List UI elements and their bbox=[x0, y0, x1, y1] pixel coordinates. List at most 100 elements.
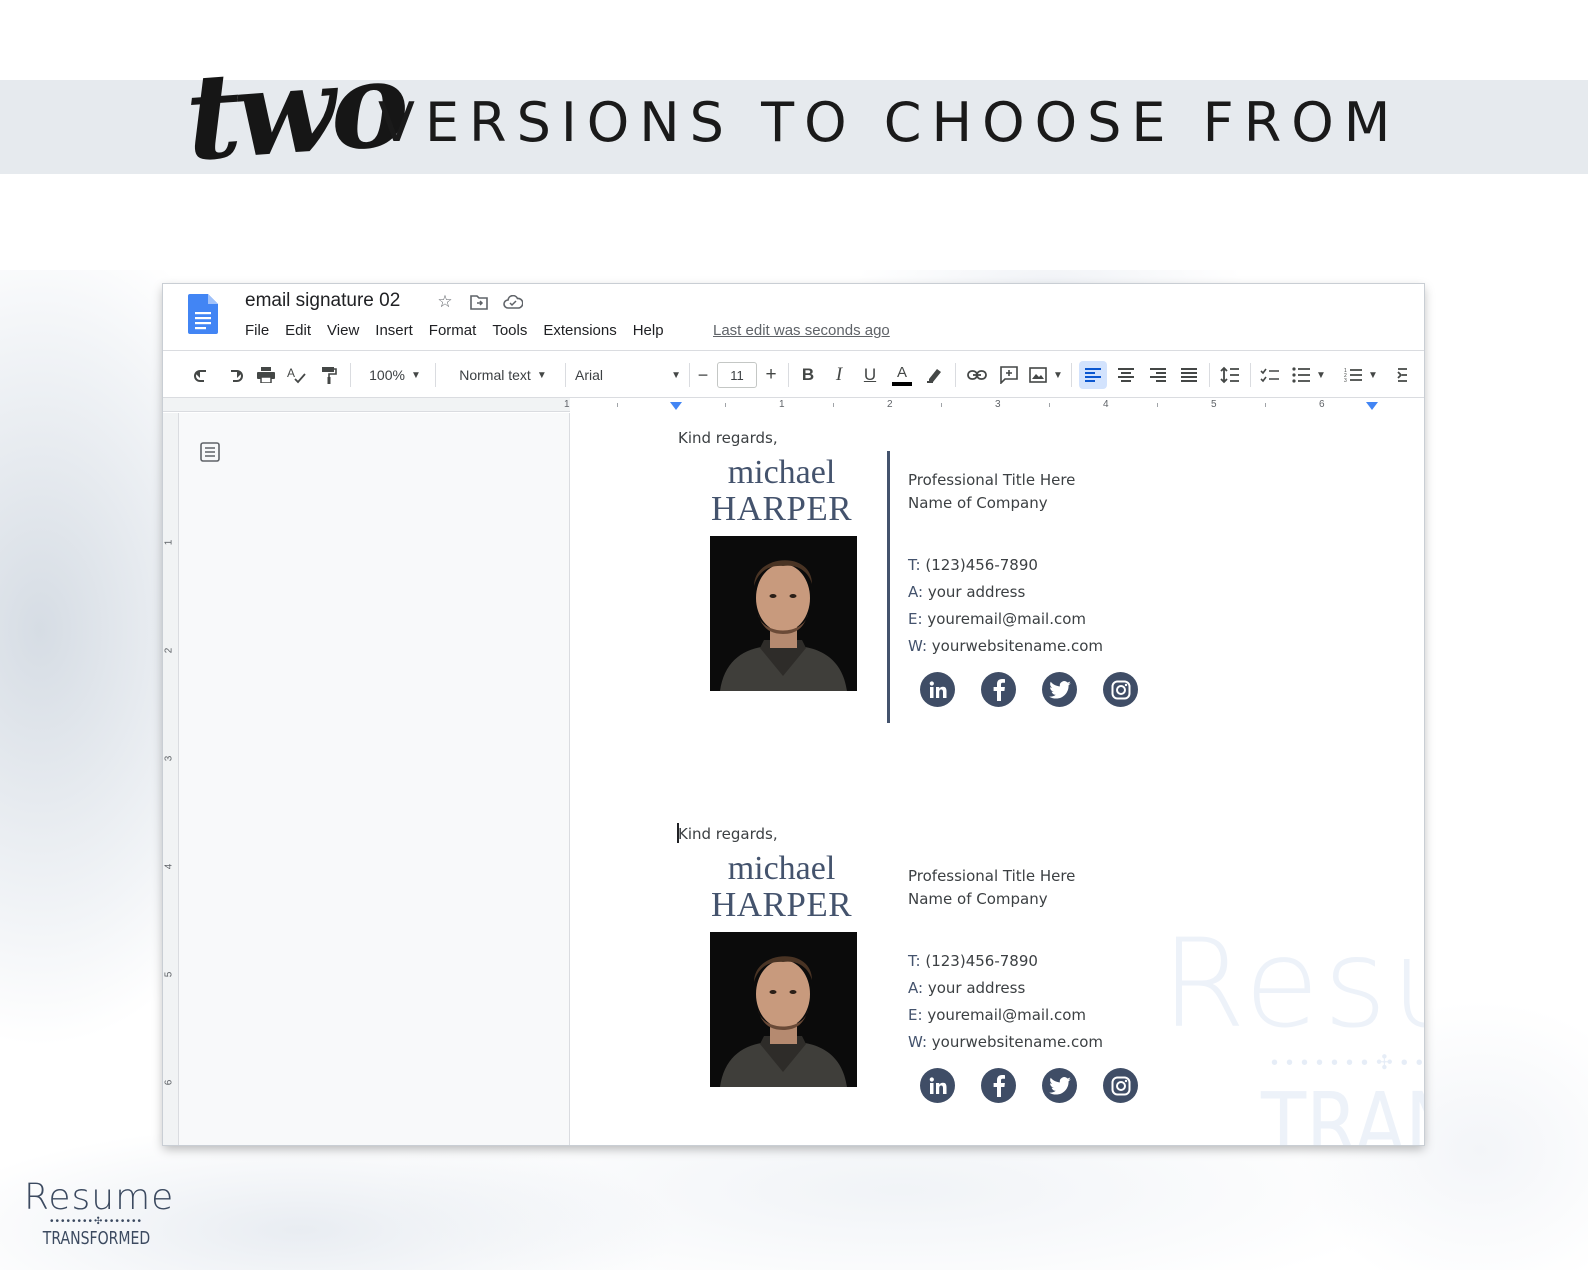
email-label: E: bbox=[908, 610, 923, 628]
spellcheck-icon[interactable]: A bbox=[285, 361, 309, 389]
ruler-label: 5 bbox=[163, 971, 175, 978]
align-right-icon[interactable] bbox=[1145, 361, 1171, 389]
instagram-icon[interactable] bbox=[1103, 672, 1138, 707]
greeting: Kind regards, bbox=[678, 825, 778, 843]
document-page[interactable]: Resume •••••••✣••••••• TRANSFORMED Kind … bbox=[571, 413, 1424, 1145]
style-value: Normal text bbox=[459, 367, 531, 383]
align-center-icon[interactable] bbox=[1113, 361, 1139, 389]
print-icon[interactable] bbox=[254, 361, 278, 389]
signature-version-1: Kind regards, michael HARPER Professiona… bbox=[571, 429, 1424, 759]
last-name: HARPER bbox=[710, 885, 853, 924]
bold-icon[interactable]: B bbox=[796, 361, 820, 389]
banner-headline: VERSIONS TO CHOOSE FROM bbox=[378, 91, 1401, 154]
font-value: Arial bbox=[575, 367, 604, 383]
instagram-icon[interactable] bbox=[1103, 1068, 1138, 1103]
address-label: A: bbox=[908, 979, 924, 997]
font-size-value: 11 bbox=[717, 362, 757, 388]
bulleted-list-icon[interactable]: ▼ bbox=[1289, 361, 1329, 389]
star-icon[interactable]: ☆ bbox=[435, 292, 455, 312]
menu-view[interactable]: View bbox=[319, 321, 367, 341]
social-icons bbox=[920, 1068, 1138, 1103]
address-label: A: bbox=[908, 583, 924, 601]
style-select[interactable]: Normal text ▼ bbox=[447, 361, 559, 389]
paint-format-icon[interactable] bbox=[317, 361, 341, 389]
signature-divider bbox=[887, 451, 890, 723]
horizontal-ruler[interactable]: 1 1 2 3 4 5 6 bbox=[163, 398, 1424, 412]
first-name: michael bbox=[727, 454, 836, 491]
email-value: youremail@mail.com bbox=[927, 610, 1087, 628]
ruler-label: 1 bbox=[779, 399, 785, 410]
twitter-icon[interactable] bbox=[1042, 672, 1077, 707]
phone-label: T: bbox=[908, 952, 921, 970]
profile-photo[interactable] bbox=[710, 932, 857, 1087]
website-value: yourwebsitename.com bbox=[931, 1033, 1103, 1051]
underline-icon[interactable]: U bbox=[858, 361, 882, 389]
insert-link-icon[interactable] bbox=[964, 361, 990, 389]
cloud-status-icon[interactable] bbox=[503, 292, 523, 312]
menu-extensions[interactable]: Extensions bbox=[535, 321, 624, 341]
ruler-label: 2 bbox=[163, 647, 175, 654]
docs-window: email signature 02 ☆ File Edit View Inse… bbox=[163, 284, 1424, 1145]
brand-line1: Resume bbox=[24, 1177, 175, 1218]
phone-label: T: bbox=[908, 556, 921, 574]
menu-file[interactable]: File bbox=[245, 321, 277, 341]
font-select[interactable]: Arial ▼ bbox=[575, 361, 681, 389]
address-value: your address bbox=[927, 979, 1026, 997]
ruler-label: 3 bbox=[163, 755, 175, 762]
facebook-icon[interactable] bbox=[981, 672, 1016, 707]
italic-icon[interactable]: I bbox=[827, 361, 851, 389]
justify-icon[interactable] bbox=[1176, 361, 1202, 389]
ruler-label: 3 bbox=[995, 399, 1001, 410]
facebook-icon[interactable] bbox=[981, 1068, 1016, 1103]
menu-format[interactable]: Format bbox=[421, 321, 485, 341]
insert-image-icon[interactable]: ▼ bbox=[1028, 361, 1064, 389]
text-color-icon[interactable]: A bbox=[890, 361, 914, 389]
document-outline-icon[interactable] bbox=[199, 441, 221, 468]
document-title[interactable]: email signature 02 bbox=[245, 290, 400, 312]
ruler-label: 6 bbox=[1319, 399, 1325, 410]
align-left-icon[interactable] bbox=[1079, 361, 1107, 389]
chevron-down-icon: ▼ bbox=[536, 369, 547, 381]
linkedin-icon[interactable] bbox=[920, 672, 955, 707]
line-spacing-icon[interactable] bbox=[1217, 361, 1243, 389]
greeting: Kind regards, bbox=[678, 429, 778, 447]
phone-value: (123)456-7890 bbox=[925, 556, 1038, 574]
font-size-field[interactable]: 11 bbox=[716, 361, 758, 389]
svg-text:A: A bbox=[287, 366, 295, 380]
last-edit-link[interactable]: Last edit was seconds ago bbox=[713, 322, 890, 339]
numbered-list-icon[interactable]: 123 ▼ bbox=[1341, 361, 1381, 389]
decrease-font-size-button[interactable]: − bbox=[693, 361, 713, 389]
indent-icon[interactable] bbox=[1395, 361, 1409, 389]
menu-insert[interactable]: Insert bbox=[367, 321, 421, 341]
redo-icon[interactable] bbox=[222, 361, 246, 389]
menu-help[interactable]: Help bbox=[625, 321, 672, 341]
ruler-label: 4 bbox=[163, 863, 175, 870]
ruler-label: 2 bbox=[887, 399, 893, 410]
address-line: A: your address bbox=[908, 979, 1025, 997]
ruler-label: 4 bbox=[1103, 399, 1109, 410]
twitter-icon[interactable] bbox=[1042, 1068, 1077, 1103]
job-title: Professional Title Here bbox=[908, 471, 1076, 489]
menu-edit[interactable]: Edit bbox=[277, 321, 319, 341]
chevron-down-icon: ▼ bbox=[1053, 369, 1063, 381]
checklist-icon[interactable] bbox=[1257, 361, 1283, 389]
increase-font-size-button[interactable]: + bbox=[761, 361, 781, 389]
right-indent-marker[interactable] bbox=[1366, 402, 1378, 410]
zoom-select[interactable]: 100% ▼ bbox=[363, 361, 427, 389]
docs-logo-icon[interactable] bbox=[188, 294, 218, 339]
website-line: W: yourwebsitename.com bbox=[908, 1033, 1103, 1051]
website-label: W: bbox=[908, 637, 928, 655]
ruler-label: 1 bbox=[163, 539, 175, 546]
add-comment-icon[interactable] bbox=[996, 361, 1022, 389]
outline-pane bbox=[163, 413, 570, 1145]
left-indent-marker[interactable] bbox=[670, 402, 682, 410]
linkedin-icon[interactable] bbox=[920, 1068, 955, 1103]
profile-photo[interactable] bbox=[710, 536, 857, 691]
move-folder-icon[interactable] bbox=[469, 292, 489, 312]
menu-tools[interactable]: Tools bbox=[484, 321, 535, 341]
chevron-down-icon: ▼ bbox=[671, 369, 681, 381]
zoom-value: 100% bbox=[369, 367, 405, 383]
highlight-icon[interactable] bbox=[923, 361, 947, 389]
vertical-ruler[interactable]: 1 2 3 4 5 6 bbox=[163, 413, 179, 1145]
undo-icon[interactable] bbox=[191, 361, 215, 389]
